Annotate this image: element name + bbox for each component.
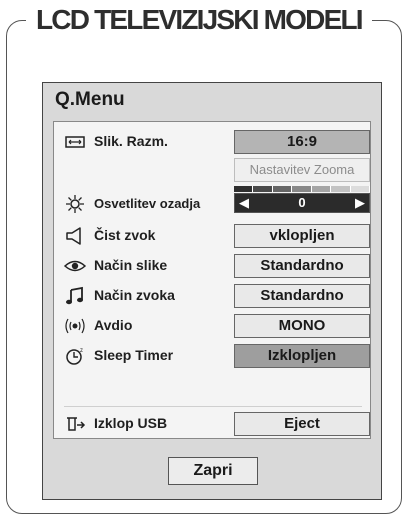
clear-voice-value[interactable]: vklopljen: [234, 224, 370, 248]
brightness-icon: [64, 194, 86, 214]
menu-title: Q.Menu: [55, 89, 125, 110]
menu-item-label: Čist zvok: [94, 227, 156, 243]
audio-waves-icon: [64, 316, 86, 336]
sleep-timer-value[interactable]: Izklopljen: [234, 344, 370, 368]
menu-item-label: Osvetlitev ozadja: [94, 196, 201, 211]
menu-item-label: Način slike: [94, 257, 168, 273]
menu-item-label: Izklop USB: [94, 415, 168, 431]
eye-icon: [64, 256, 86, 276]
sound-mode-value[interactable]: Standardno: [234, 284, 370, 308]
zoom-setting-button[interactable]: Nastavitev Zooma: [234, 158, 370, 182]
menu-item-audio[interactable]: Avdio MONO: [54, 314, 372, 338]
menu-item-label: Slik. Razm.: [94, 133, 168, 149]
menu-item-sleep-timer[interactable]: z Sleep Timer Izklopljen: [54, 344, 372, 368]
menu-item-usb-eject[interactable]: Izklop USB Eject: [54, 412, 372, 436]
svg-text:z: z: [80, 348, 83, 354]
menu-item-label: Sleep Timer: [94, 347, 174, 363]
backlight-scale: [234, 186, 370, 192]
menu-list: Slik. Razm. 16:9 Nastavitev Zooma Osvetl…: [53, 121, 371, 439]
menu-item-label: Način zvoka: [94, 287, 175, 303]
aspect-ratio-value[interactable]: 16:9: [234, 130, 370, 154]
arrow-right-icon[interactable]: ▶: [355, 195, 365, 211]
menu-item-backlight[interactable]: Osvetlitev ozadja ◀ 0 ▶: [54, 186, 372, 216]
sleep-timer-icon: z: [64, 346, 86, 366]
close-button[interactable]: Zapri: [168, 457, 258, 485]
menu-item-clear-voice[interactable]: Čist zvok vklopljen: [54, 224, 372, 248]
menu-item-zoom-setting: Nastavitev Zooma: [54, 158, 372, 182]
speaker-icon: [64, 226, 86, 246]
menu-item-sound-mode[interactable]: Način zvoka Standardno: [54, 284, 372, 308]
music-note-icon: [64, 286, 86, 306]
backlight-slider[interactable]: ◀ 0 ▶: [234, 193, 370, 213]
audio-value[interactable]: MONO: [234, 314, 370, 338]
backlight-value: 0: [298, 195, 306, 210]
aspect-ratio-icon: [64, 132, 86, 152]
menu-item-label: Avdio: [94, 317, 133, 333]
usb-eject-button[interactable]: Eject: [234, 412, 370, 436]
usb-eject-icon: [64, 414, 86, 434]
menu-divider: [64, 406, 362, 407]
menu-item-aspect-ratio[interactable]: Slik. Razm. 16:9: [54, 130, 372, 154]
quick-menu-panel: Q.Menu Slik. Razm. 16:9 Nastavitev Zooma…: [42, 82, 382, 500]
backlight-control[interactable]: ◀ 0 ▶: [234, 186, 370, 214]
picture-mode-value[interactable]: Standardno: [234, 254, 370, 278]
menu-item-picture-mode[interactable]: Način slike Standardno: [54, 254, 372, 278]
section-title: LCD TELEVIZIJSKI MODELI: [26, 3, 372, 37]
